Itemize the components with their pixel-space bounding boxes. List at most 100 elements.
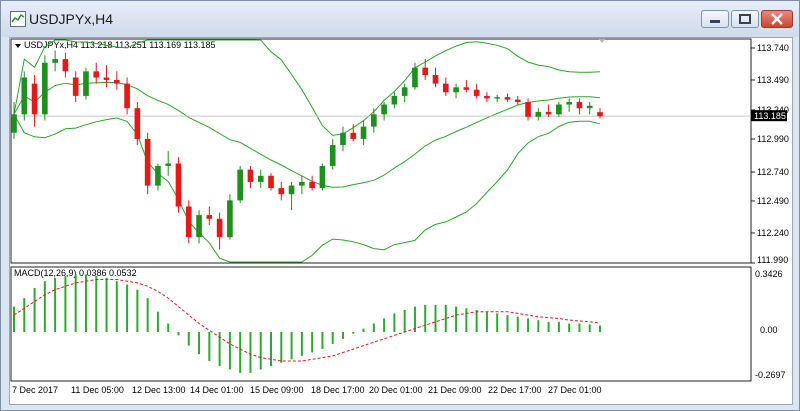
candle-body [329, 145, 336, 166]
candle-body [504, 97, 511, 100]
candle-body [175, 163, 182, 207]
candle-body [216, 218, 223, 238]
candle-body [11, 114, 17, 133]
time-tick-label: 11 Dec 05:00 [71, 385, 124, 395]
macd-panel[interactable] [10, 266, 752, 382]
window-title: USDJPYx,H4 [29, 11, 114, 27]
candle-body [586, 105, 593, 109]
candle-body [288, 185, 295, 195]
close-button[interactable] [761, 10, 793, 28]
candle-body [350, 132, 357, 139]
time-tick-label: 18 Dec 17:00 [311, 385, 365, 395]
candle-body [113, 79, 120, 84]
candle-body [83, 71, 89, 96]
candle-body [31, 83, 38, 115]
candle [42, 55, 48, 121]
candle [175, 157, 182, 213]
time-tick-label: 12 Dec 13:00 [132, 385, 186, 395]
candle [83, 67, 89, 100]
price-tick-label: 113.490 [757, 75, 789, 85]
candle-body [453, 87, 459, 93]
time-tick-label: 20 Dec 01:00 [369, 385, 423, 395]
candle-body [237, 169, 244, 201]
candle-body [72, 77, 79, 96]
candle-body [144, 138, 151, 186]
time-tick-label: 27 Dec 01:00 [548, 385, 602, 395]
time-tick-label: 15 Dec 09:00 [250, 385, 304, 395]
chart-svg[interactable]: USDJPYx,H4 113.218 113.251 113.169 113.1… [10, 38, 792, 404]
price-tick-label: 113.740 [757, 43, 789, 53]
candle [144, 132, 151, 195]
chart-area[interactable]: USDJPYx,H4 113.218 113.251 113.169 113.1… [9, 37, 793, 405]
candle-body [576, 102, 583, 109]
candle-body [494, 97, 501, 99]
candle-body [525, 102, 531, 117]
price-tick-label: 111.990 [757, 255, 788, 265]
minimize-button[interactable] [701, 10, 729, 28]
candle-body [473, 89, 480, 96]
candle-body [134, 108, 141, 139]
candle-body [340, 132, 346, 146]
candle-body [319, 165, 326, 189]
minimize-icon [710, 20, 720, 23]
candle-body [257, 175, 264, 182]
candle-body [227, 200, 233, 238]
candle-body [21, 77, 28, 115]
candle-body [442, 83, 449, 93]
time-tick-label: 7 Dec 2017 [12, 385, 58, 395]
price-tick-label: 112.490 [757, 196, 789, 206]
candle-body [422, 67, 429, 76]
candle [185, 200, 192, 244]
candle-body [566, 102, 572, 105]
candle-body [185, 206, 192, 238]
macd-tick-label: 0.00 [760, 325, 778, 335]
candle-body [556, 104, 562, 115]
candle-body [103, 77, 110, 80]
time-tick-label: 14 Dec 01:00 [190, 385, 244, 395]
candle-body [360, 126, 367, 139]
title-bar[interactable]: USDJPYx,H4 [1, 1, 799, 37]
candle-body [391, 95, 398, 105]
candle [268, 173, 274, 191]
price-tick-label: 112.990 [757, 134, 789, 144]
candle-body [535, 111, 542, 117]
candle [319, 163, 326, 191]
price-tick-label: 112.240 [757, 228, 789, 238]
macd-axis: 0.3426 0.00 -0.2697 [755, 269, 786, 380]
macd-tick-label: 0.3426 [755, 269, 783, 279]
candle-body [42, 62, 48, 115]
candle-body [412, 67, 418, 88]
candle-body [247, 169, 254, 182]
candle-body [545, 111, 552, 115]
close-icon [771, 13, 783, 25]
candle-body [165, 163, 172, 166]
candle [134, 102, 141, 146]
mt4-chart-window: USDJPYx,H4 USDJPYx,H4 113.218 113.251 11… [0, 0, 800, 411]
candle-body [268, 175, 274, 189]
candle-body [299, 181, 305, 186]
candle-body [597, 112, 603, 117]
time-tick-label: 22 Dec 17:00 [488, 385, 542, 395]
candle-body [62, 59, 69, 72]
time-axis: 7 Dec 2017 11 Dec 05:00 12 Dec 13:00 14 … [12, 385, 602, 395]
candle-body [52, 59, 58, 63]
candle-body [432, 75, 439, 84]
candle-body [278, 188, 285, 195]
candle-body [206, 215, 213, 219]
candle-body [124, 83, 130, 109]
price-tick-label: 112.740 [757, 167, 789, 177]
maximize-button[interactable] [731, 10, 759, 28]
macd-tick-label: -0.2697 [755, 370, 786, 380]
candle [21, 71, 28, 121]
candle-body [401, 87, 408, 96]
candle-body [155, 165, 161, 186]
chart-app-icon [10, 11, 26, 27]
candle [227, 194, 233, 240]
time-tick-label: 21 Dec 09:00 [428, 385, 482, 395]
candle-body [514, 99, 521, 103]
candle-body [309, 181, 315, 189]
candle-body [370, 114, 377, 127]
candle-body [381, 104, 387, 115]
price-panel[interactable] [10, 38, 752, 264]
candle [237, 165, 244, 203]
